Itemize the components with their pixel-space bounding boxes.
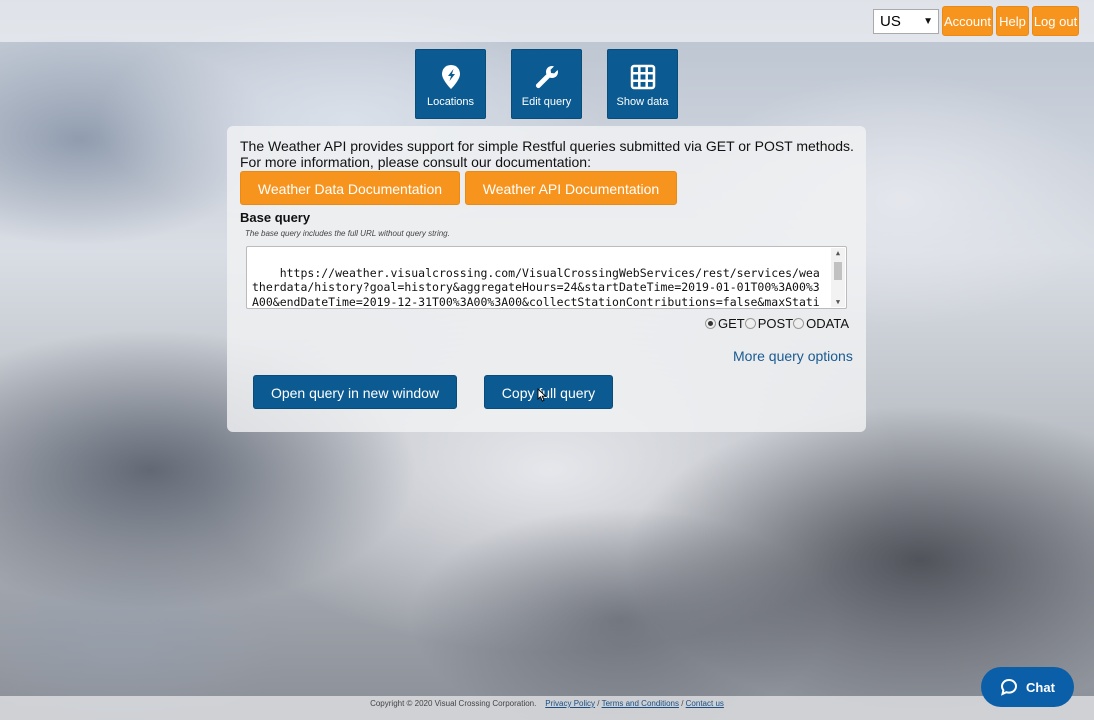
query-scrollbar[interactable]: ▲ ▼: [831, 248, 845, 307]
method-post-label: POST: [757, 316, 794, 331]
footer-copyright: Copyright © 2020 Visual Crossing Corpora…: [370, 699, 537, 708]
footer: Copyright © 2020 Visual Crossing Corpora…: [0, 696, 1094, 720]
method-selector: GET POST ODATA: [705, 316, 849, 331]
mouse-cursor-icon: [537, 388, 547, 402]
method-odata-label: ODATA: [806, 316, 849, 331]
method-odata-radio[interactable]: [793, 318, 805, 329]
method-post-radio[interactable]: [744, 318, 756, 329]
country-select[interactable]: US ▼: [873, 9, 939, 34]
open-query-new-window-button[interactable]: Open query in new window: [253, 375, 457, 409]
terms-link[interactable]: Terms and Conditions: [602, 699, 679, 708]
scroll-thumb[interactable]: [834, 262, 842, 280]
locations-tile[interactable]: Locations: [415, 49, 486, 119]
logout-button[interactable]: Log out: [1032, 6, 1079, 36]
base-query-textarea[interactable]: https://weather.visualcrossing.com/Visua…: [246, 246, 847, 309]
contact-link[interactable]: Contact us: [686, 699, 724, 708]
country-select-value: US: [880, 13, 901, 30]
locations-label: Locations: [426, 96, 475, 108]
chat-label: Chat: [1026, 679, 1055, 695]
base-query-label: Base query: [240, 210, 311, 225]
method-get-radio[interactable]: [705, 318, 716, 329]
scroll-up-icon[interactable]: ▲: [831, 248, 845, 258]
privacy-policy-link[interactable]: Privacy Policy: [545, 699, 595, 708]
show-data-label: Show data: [616, 96, 669, 108]
more-query-options-link[interactable]: More query options: [733, 348, 853, 364]
base-query-text: https://weather.visualcrossing.com/Visua…: [252, 265, 820, 309]
intro-line-1: The Weather API provides support for sim…: [240, 138, 854, 154]
weather-api-documentation-button[interactable]: Weather API Documentation: [465, 171, 677, 205]
wrench-icon: [535, 66, 558, 89]
query-panel: The Weather API provides support for sim…: [227, 126, 866, 432]
account-button[interactable]: Account: [942, 6, 993, 36]
chat-button[interactable]: Chat: [981, 667, 1074, 707]
weather-data-documentation-button[interactable]: Weather Data Documentation: [240, 171, 460, 205]
copy-full-query-button[interactable]: Copy full query: [484, 375, 613, 409]
edit-query-tile[interactable]: Edit query: [511, 49, 582, 119]
grid-icon: [630, 64, 655, 90]
top-bar: US ▼ Account Help Log out: [0, 0, 1094, 42]
intro-text: The Weather API provides support for sim…: [240, 138, 860, 170]
chat-bubble-icon: [1001, 678, 1018, 696]
scroll-down-icon[interactable]: ▼: [831, 297, 845, 307]
edit-query-label: Edit query: [521, 96, 572, 108]
base-query-hint: The base query includes the full URL wit…: [245, 229, 450, 238]
show-data-tile[interactable]: Show data: [607, 49, 678, 119]
help-button[interactable]: Help: [996, 6, 1029, 36]
intro-line-2: For more information, please consult our…: [240, 154, 591, 170]
location-pin-icon: [441, 65, 460, 89]
method-get-label: GET: [718, 316, 745, 331]
chevron-down-icon: ▼: [923, 16, 933, 27]
